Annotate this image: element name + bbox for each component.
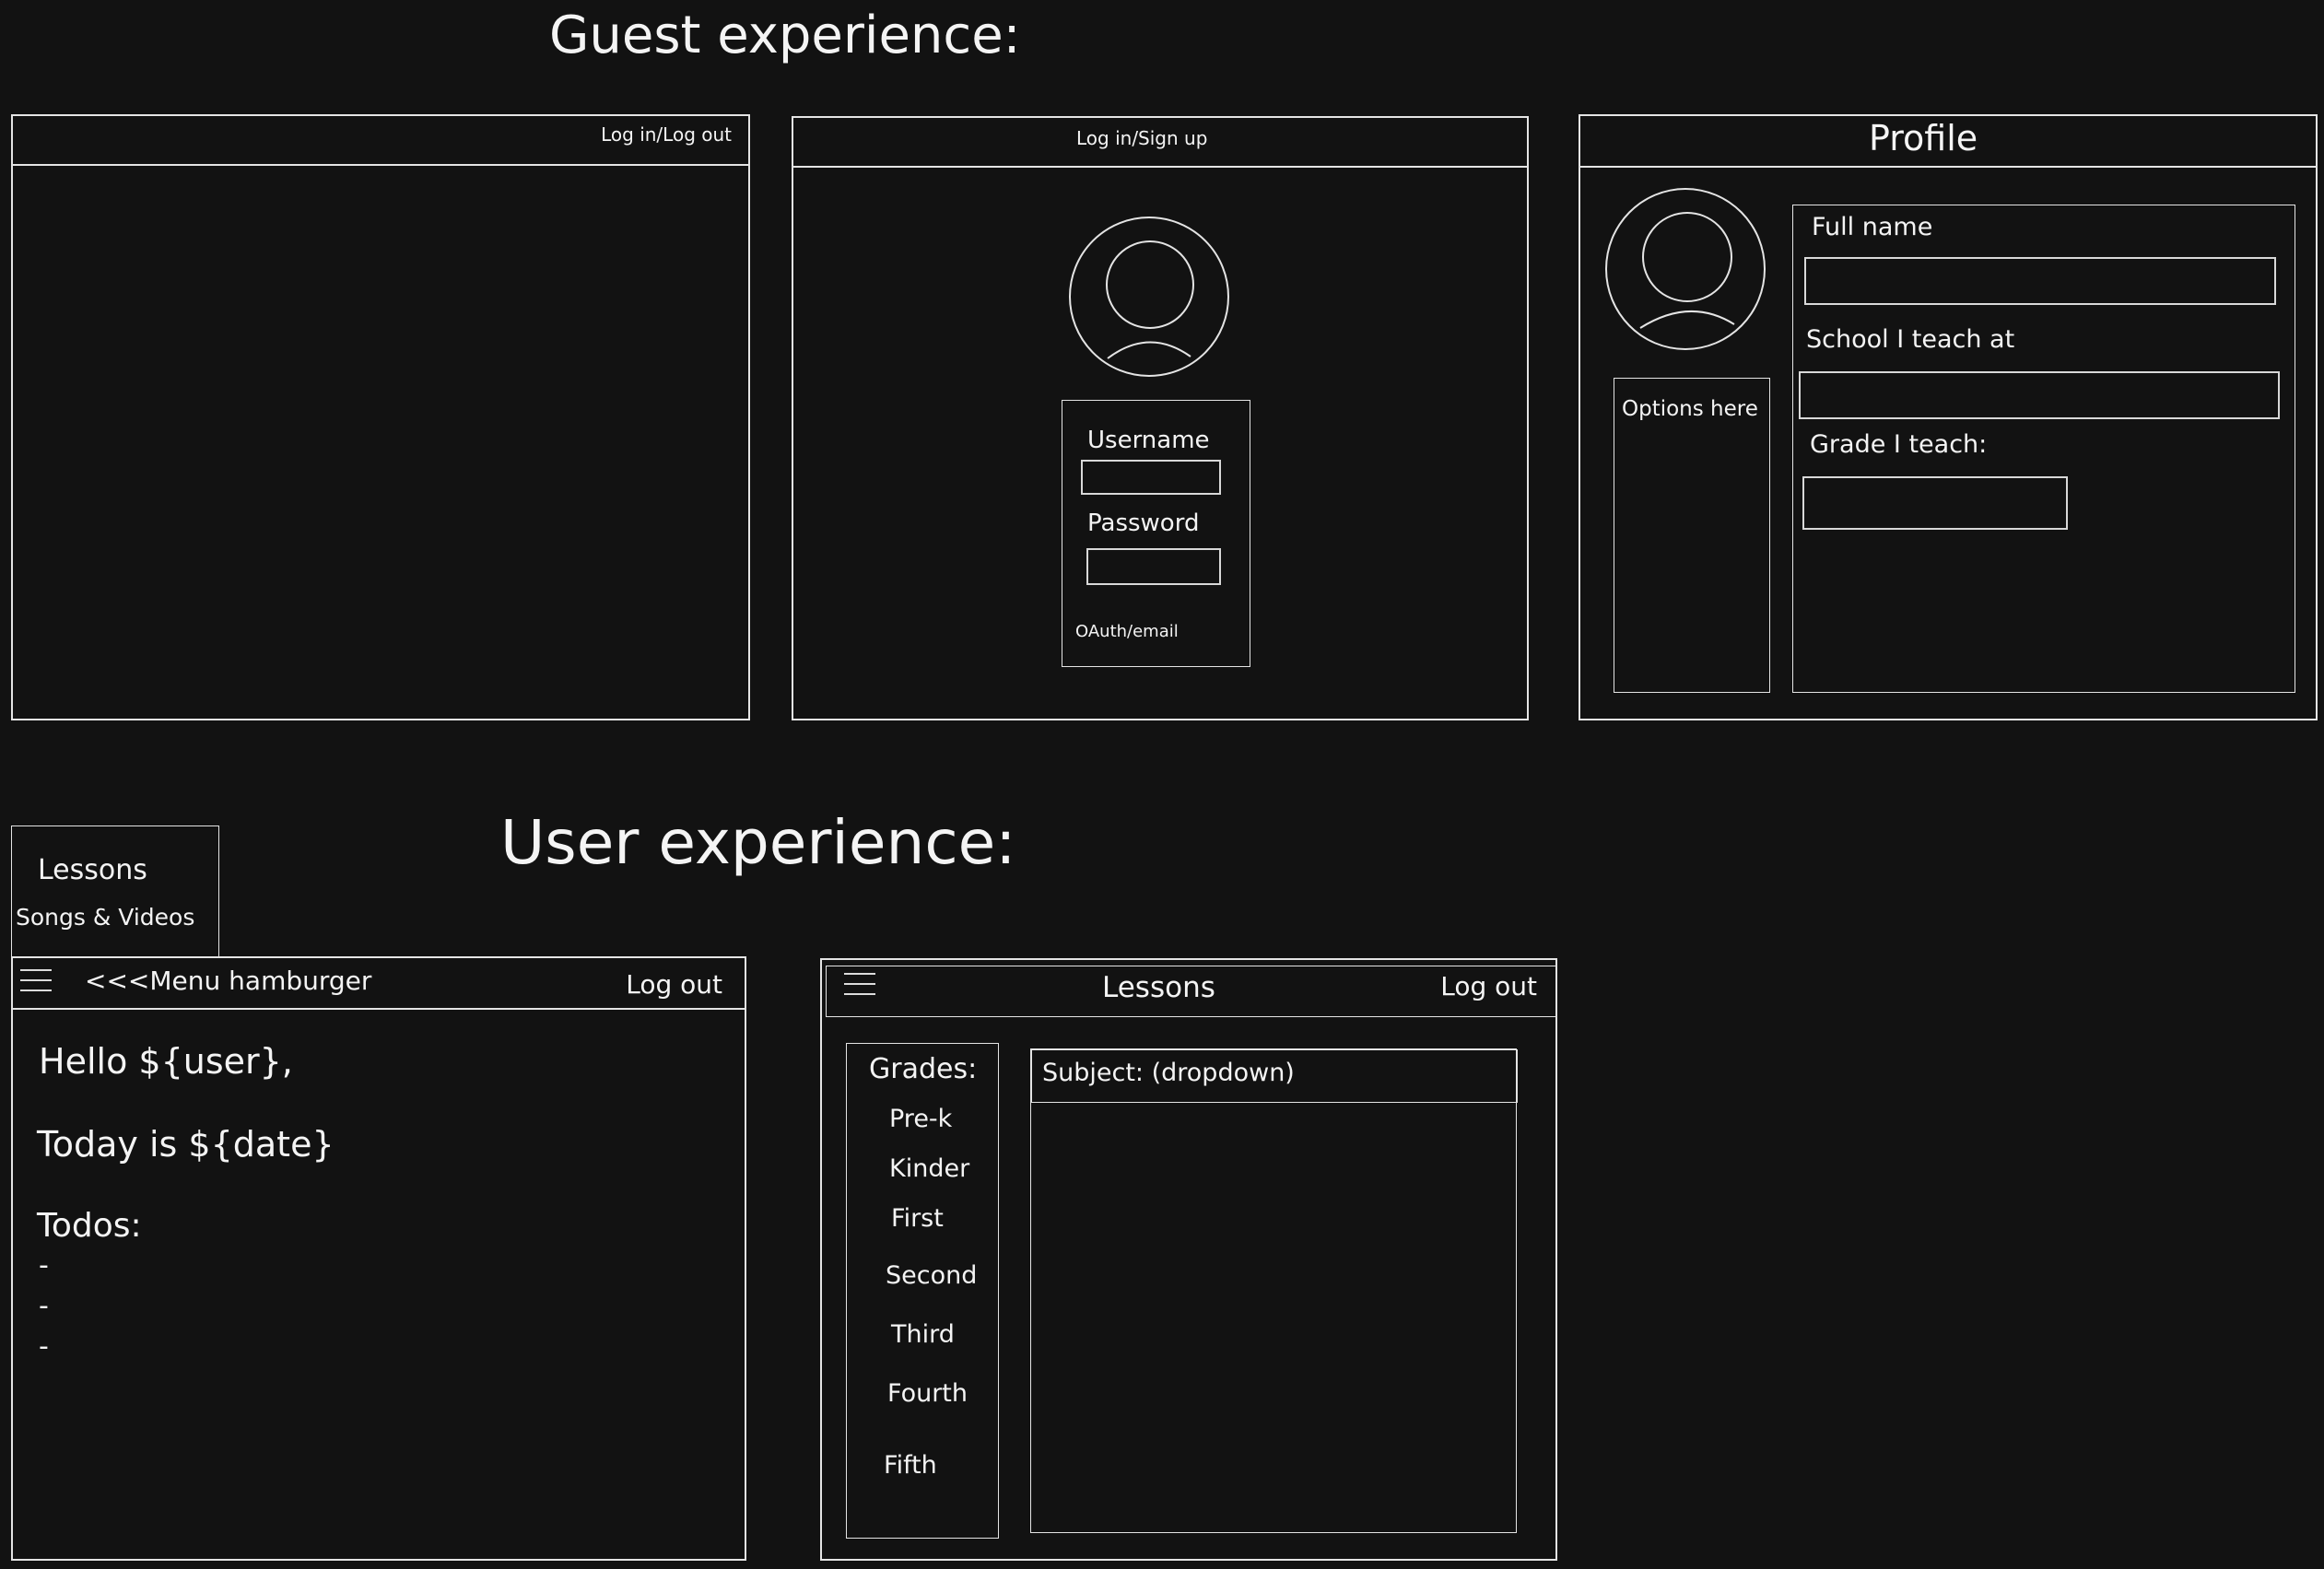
profile-form: Full name School I teach at Grade I teac… [1792, 205, 2295, 693]
lessons-title: Lessons [1102, 971, 1215, 1004]
user-dashboard-frame: <<<Menu hamburger Log out Hello ${user},… [11, 956, 746, 1561]
login-form: Username Password OAuth/email [1062, 400, 1250, 667]
login-header-title: Log in/Sign up [1076, 127, 1208, 149]
menu-hamburger-label: <<<Menu hamburger [85, 966, 372, 996]
profile-options-panel: Options here [1614, 378, 1770, 693]
grade-item-pre-k[interactable]: Pre-k [889, 1105, 952, 1133]
profile-title: Profile [1869, 118, 1978, 158]
options-label: Options here [1622, 397, 1758, 421]
subject-dropdown-label: Subject: (dropdown) [1042, 1059, 1295, 1087]
grade-item-third[interactable]: Third [891, 1320, 955, 1349]
todo-item: - [39, 1290, 49, 1322]
hamburger-icon[interactable] [20, 969, 52, 1000]
profile-avatar-icon [1605, 188, 1766, 350]
menu-item-songs-videos[interactable]: Songs & Videos [16, 904, 194, 931]
username-field[interactable] [1081, 460, 1221, 495]
grade-field[interactable] [1802, 476, 2068, 530]
grades-sidebar: Grades: Pre-k Kinder First Second Third … [846, 1043, 999, 1539]
oauth-email-link[interactable]: OAuth/email [1075, 622, 1179, 641]
grade-item-second[interactable]: Second [886, 1261, 977, 1290]
guest-login-frame: Log in/Sign up Username Password OAuth/e… [792, 116, 1529, 720]
grade-item-fifth[interactable]: Fifth [884, 1451, 937, 1480]
grades-title: Grades: [869, 1053, 978, 1085]
full-name-field[interactable] [1804, 257, 2276, 305]
lessons-logout-link[interactable]: Log out [1440, 971, 1537, 1001]
grade-label: Grade I teach: [1810, 430, 1988, 459]
user-lessons-frame: Lessons Log out Grades: Pre-k Kinder Fir… [820, 958, 1557, 1561]
guest-home-frame: Log in/Log out [11, 114, 750, 720]
guest-profile-frame: Profile Options here Full name School I … [1579, 114, 2318, 720]
todos-title: Todos: [37, 1207, 142, 1245]
greeting-text: Hello ${user}, [39, 1041, 293, 1082]
todo-item: - [39, 1330, 49, 1363]
login-logout-link[interactable]: Log in/Log out [601, 123, 732, 146]
guest-experience-title: Guest experience: [549, 6, 1021, 65]
password-field[interactable] [1086, 548, 1221, 585]
lessons-content-panel: Subject: (dropdown) [1030, 1048, 1518, 1533]
grade-item-first[interactable]: First [891, 1204, 944, 1233]
school-label: School I teach at [1806, 325, 2015, 354]
full-name-label: Full name [1812, 213, 1933, 241]
password-label: Password [1087, 509, 1200, 537]
school-field[interactable] [1799, 371, 2280, 419]
dashboard-logout-link[interactable]: Log out [626, 969, 722, 1000]
grade-item-fourth[interactable]: Fourth [887, 1379, 968, 1408]
date-text: Today is ${date} [37, 1124, 335, 1165]
menu-popup: Lessons Songs & Videos [11, 825, 219, 957]
avatar-icon [1069, 217, 1229, 377]
menu-item-lessons[interactable]: Lessons [38, 854, 147, 886]
username-label: Username [1087, 427, 1210, 454]
hamburger-icon[interactable] [844, 973, 875, 1003]
todo-item: - [39, 1249, 49, 1282]
grade-item-kinder[interactable]: Kinder [889, 1154, 969, 1183]
user-experience-title: User experience: [500, 807, 1016, 878]
